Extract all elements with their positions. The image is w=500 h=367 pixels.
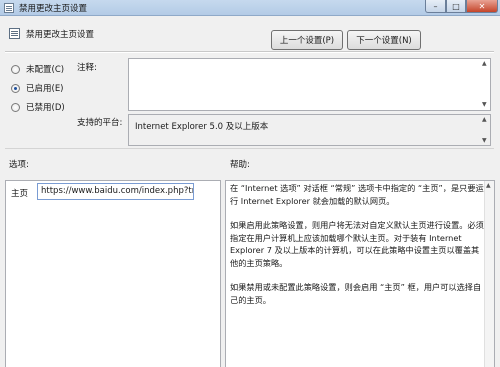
previous-setting-button[interactable]: 上一个设置(P) bbox=[271, 30, 343, 50]
help-paragraph: 如果禁用或未配置此策略设置，则会启用 “主页” 框，用户可以选择自己的主页。 bbox=[230, 282, 482, 305]
radio-circle[interactable] bbox=[11, 83, 20, 93]
help-heading: 帮助: bbox=[230, 160, 250, 170]
scroll-down-icon[interactable]: ▼ bbox=[482, 101, 487, 108]
scroll-down-icon[interactable]: ▼ bbox=[482, 137, 487, 144]
help-text: 在 “Internet 选项” 对话框 “常规” 选项卡中指定的 “主页”，是只… bbox=[230, 182, 485, 318]
radio-label: 未配置(C) bbox=[26, 65, 65, 75]
platform-value: Internet Explorer 5.0 及以上版本 bbox=[135, 122, 269, 132]
help-scrollbar[interactable] bbox=[484, 181, 494, 367]
platform-field: Internet Explorer 5.0 及以上版本 bbox=[128, 114, 491, 146]
setting-title: 禁用更改主页设置 bbox=[26, 30, 95, 40]
window-title: 禁用更改主页设置 bbox=[19, 4, 88, 14]
homepage-label: 主页 bbox=[11, 189, 29, 199]
header-separator bbox=[5, 51, 494, 52]
maximize-button[interactable]: □ bbox=[446, 0, 466, 13]
options-heading: 选项: bbox=[9, 160, 29, 170]
comment-textarea[interactable] bbox=[128, 58, 491, 111]
radio-enabled[interactable]: 已启用(E) bbox=[11, 82, 64, 94]
next-setting-button[interactable]: 下一个设置(N) bbox=[347, 30, 421, 50]
radio-label: 已启用(E) bbox=[26, 84, 64, 94]
minimize-button[interactable]: – bbox=[425, 0, 446, 13]
radio-circle[interactable] bbox=[11, 64, 20, 74]
radio-label: 已禁用(D) bbox=[26, 103, 65, 113]
radio-not-configured[interactable]: 未配置(C) bbox=[11, 63, 64, 75]
platform-label: 支持的平台: bbox=[77, 118, 123, 128]
scroll-up-icon[interactable]: ▲ bbox=[482, 116, 487, 123]
radio-disabled[interactable]: 已禁用(D) bbox=[11, 101, 65, 113]
scroll-up-icon[interactable]: ▲ bbox=[482, 60, 487, 67]
help-paragraph: 如果启用此策略设置，则用户将无法对自定义默认主页进行设置。必须指定在用户计算机上… bbox=[230, 220, 484, 268]
radio-circle[interactable] bbox=[11, 102, 20, 112]
options-panel bbox=[5, 180, 221, 367]
close-button[interactable]: ✕ bbox=[466, 0, 498, 13]
help-paragraph: 在 “Internet 选项” 对话框 “常规” 选项卡中指定的 “主页”，是只… bbox=[230, 183, 484, 206]
policy-settings-icon bbox=[4, 3, 14, 13]
homepage-url-input[interactable]: https://www.baidu.com/index.php?tn bbox=[37, 183, 194, 200]
comment-label: 注释: bbox=[77, 63, 97, 73]
policy-settings-icon bbox=[9, 28, 20, 39]
section-separator bbox=[5, 148, 494, 149]
scroll-up-icon[interactable]: ▲ bbox=[486, 182, 491, 189]
